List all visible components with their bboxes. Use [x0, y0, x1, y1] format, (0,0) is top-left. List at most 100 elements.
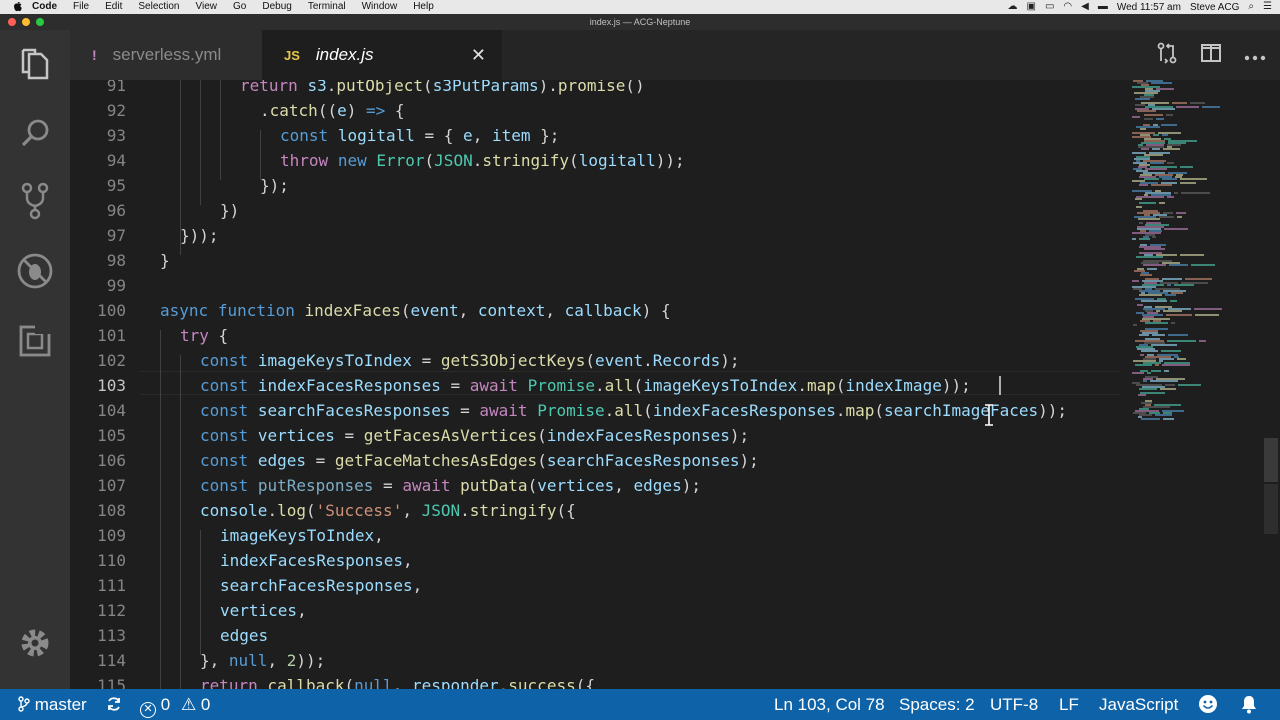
minimap-line — [1151, 370, 1161, 372]
close-window-icon[interactable] — [8, 18, 16, 26]
line-number-110: 110 — [97, 551, 126, 570]
minimap-line — [1139, 202, 1156, 204]
notification-center-icon[interactable]: ☰ — [1263, 0, 1272, 14]
javascript-file-icon: JS — [284, 47, 300, 63]
minimap-line — [1144, 114, 1163, 116]
minimap-line — [1139, 334, 1149, 336]
minimap-line — [1140, 274, 1152, 276]
language-mode[interactable]: JavaScript — [1099, 689, 1178, 720]
minimap-line — [1159, 216, 1174, 218]
menu-help[interactable]: Help — [405, 0, 442, 14]
gear-icon[interactable] — [14, 622, 56, 664]
menu-terminal[interactable]: Terminal — [300, 0, 354, 14]
notification-bell-icon[interactable] — [1240, 689, 1258, 720]
split-editor-icon[interactable] — [1200, 43, 1222, 68]
minimap-line — [1167, 284, 1171, 286]
line-number-105: 105 — [97, 426, 126, 445]
minimap-line — [1176, 106, 1199, 108]
minimap-line — [1152, 236, 1156, 238]
code-line-96: }) — [220, 201, 240, 220]
vertical-scrollbar[interactable] — [1262, 80, 1280, 689]
volume-icon[interactable]: ◀ — [1081, 0, 1089, 14]
source-control-icon[interactable] — [14, 180, 56, 222]
minimap-line — [1135, 98, 1150, 100]
tab-index-js[interactable]: JS index.js ✕ — [262, 30, 502, 80]
menu-debug[interactable]: Debug — [254, 0, 299, 14]
menu-go[interactable]: Go — [225, 0, 254, 14]
menu-view[interactable]: View — [188, 0, 226, 14]
line-number-94: 94 — [106, 151, 126, 170]
spotlight-icon[interactable]: ⌕ — [1248, 0, 1254, 14]
eol-setting[interactable]: LF — [1059, 689, 1079, 720]
zoom-window-icon[interactable] — [36, 18, 44, 26]
menu-edit[interactable]: Edit — [97, 0, 130, 14]
minimap-line — [1138, 218, 1160, 220]
minimap-line — [1135, 104, 1145, 106]
menu-window[interactable]: Window — [354, 0, 406, 14]
minimap-line — [1139, 294, 1162, 296]
minimap[interactable] — [1130, 80, 1260, 689]
minimap-line — [1143, 380, 1147, 382]
code-line-106: const edges = getFaceMatchesAsEdges(sear… — [200, 451, 759, 470]
search-icon[interactable] — [14, 112, 56, 154]
screen-recorder-icon[interactable]: ▣ — [1026, 0, 1035, 14]
minimap-line — [1137, 110, 1156, 112]
line-number-100: 100 — [97, 301, 126, 320]
menu-file[interactable]: File — [65, 0, 97, 14]
minimap-line — [1155, 414, 1172, 416]
line-number-101: 101 — [97, 326, 126, 345]
problems-indicator[interactable]: ✕ 0 ⚠ 0 — [140, 689, 210, 720]
branch-indicator[interactable]: master — [18, 689, 87, 720]
indentation-setting[interactable]: Spaces: 2 — [899, 689, 975, 720]
battery-icon[interactable]: ▬ — [1098, 0, 1108, 14]
encoding-setting[interactable]: UTF-8 — [990, 689, 1038, 720]
sync-icon[interactable] — [106, 689, 122, 720]
minimap-line — [1132, 116, 1140, 118]
minimap-line — [1132, 372, 1144, 374]
minimap-line — [1164, 228, 1188, 230]
menu-app-name[interactable]: Code — [24, 0, 65, 14]
cloud-icon[interactable]: ☁ — [1007, 0, 1017, 14]
menubar-user[interactable]: Steve ACG — [1190, 2, 1239, 13]
minimap-line — [1162, 364, 1190, 366]
line-number-106: 106 — [97, 451, 126, 470]
more-actions-icon[interactable] — [1244, 45, 1266, 66]
minimap-line — [1172, 102, 1187, 104]
scrollbar-thumb[interactable] — [1264, 438, 1278, 482]
explorer-icon[interactable] — [14, 44, 56, 86]
line-number-113: 113 — [97, 626, 126, 645]
wifi-icon[interactable]: ◠ — [1063, 0, 1072, 14]
code-line-115: return callback(null, responder.success(… — [200, 676, 595, 689]
minimap-line — [1180, 254, 1204, 256]
tab-serverless-yml[interactable]: ! serverless.yml — [70, 30, 262, 80]
code-line-97: })); — [180, 226, 219, 245]
minimap-line — [1152, 148, 1160, 150]
line-number-98: 98 — [106, 251, 126, 270]
code-editor[interactable]: 91 92 93 94 95 96 97 98 99 100 101 102 103 104 105 106 1… — [70, 80, 1280, 689]
code-area[interactable]: return s3.putObject(s3PutParams).promise… — [160, 80, 1160, 689]
minimize-window-icon[interactable] — [22, 18, 30, 26]
menu-selection[interactable]: Selection — [130, 0, 187, 14]
warning-count: 0 — [200, 695, 211, 714]
minimap-line — [1137, 304, 1143, 306]
minimap-line — [1136, 256, 1163, 258]
extensions-icon[interactable] — [14, 320, 56, 362]
open-changes-icon[interactable] — [1156, 42, 1178, 69]
debug-icon[interactable] — [14, 250, 56, 292]
code-line-93: const logitall = { e, item }; — [280, 126, 560, 145]
code-line-92: .catch((e) => { — [260, 101, 405, 120]
cursor-position[interactable]: Ln 103, Col 78 — [774, 689, 885, 720]
airplay-icon[interactable]: ▭ — [1045, 0, 1054, 14]
close-icon[interactable]: ✕ — [471, 45, 486, 65]
minimap-line — [1143, 264, 1166, 266]
minimap-line — [1194, 308, 1222, 310]
tab-label: index.js — [315, 45, 374, 64]
minimap-line — [1181, 192, 1210, 194]
minimap-line — [1195, 314, 1219, 316]
indent-guide — [180, 355, 181, 689]
apple-icon[interactable] — [10, 0, 24, 14]
menubar-clock[interactable]: Wed 11:57 am — [1117, 2, 1181, 13]
minimap-line — [1141, 350, 1158, 352]
line-number-109: 109 — [97, 526, 126, 545]
feedback-smiley-icon[interactable] — [1198, 689, 1218, 720]
